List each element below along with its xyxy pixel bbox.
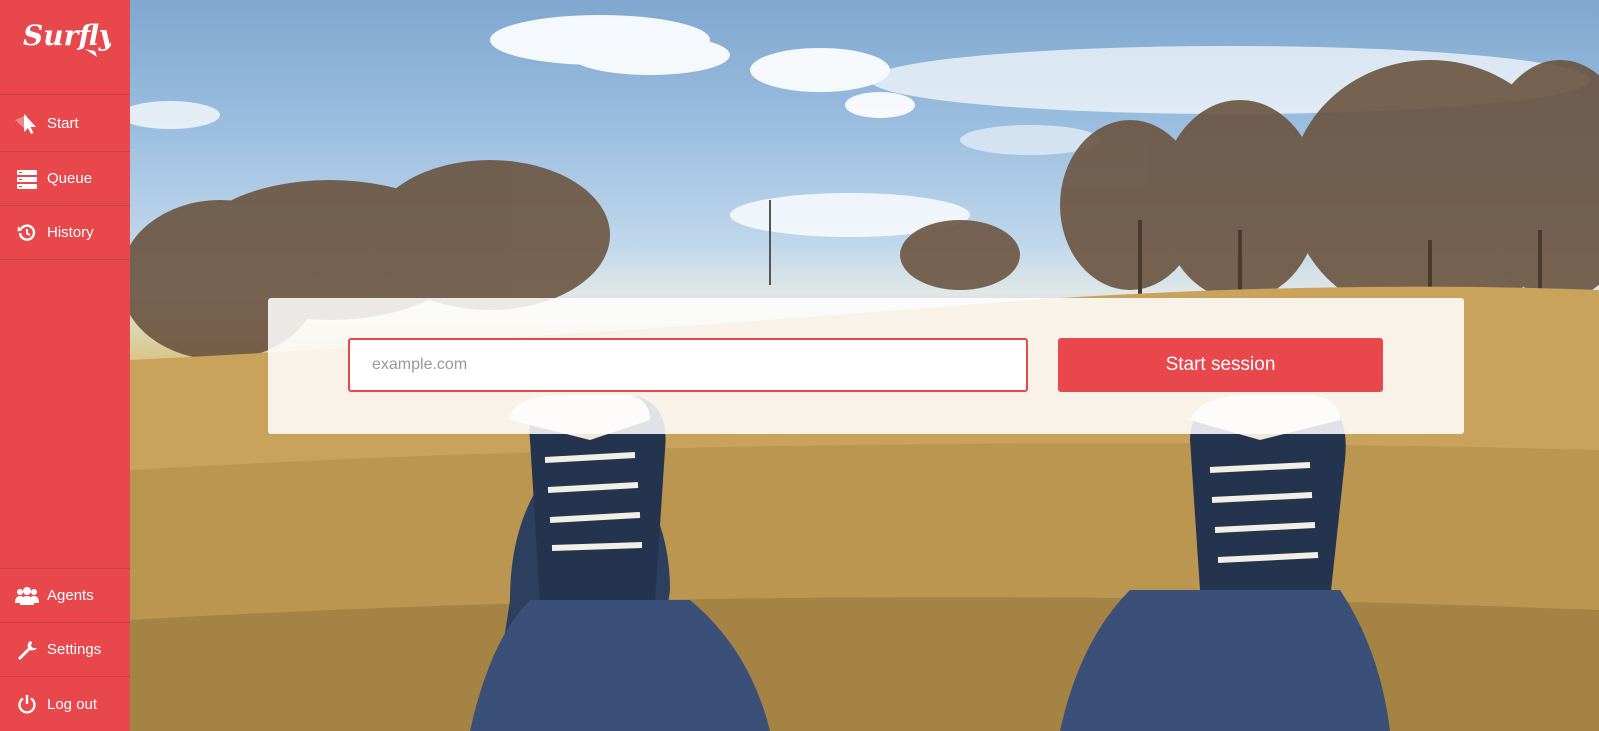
wrench-icon (15, 638, 39, 662)
surfly-logo-mark: Surfly (23, 19, 111, 57)
start-session-button[interactable]: Start session (1058, 338, 1383, 392)
queue-icon (15, 167, 39, 191)
surfly-logo[interactable]: Surfly (0, 0, 130, 95)
sidebar-item-label: Agents (47, 587, 94, 604)
sidebar-item-label: Settings (47, 641, 102, 658)
history-icon (15, 221, 39, 245)
sidebar-item-label: History (47, 224, 94, 241)
sidebar-item-settings[interactable]: Settings (0, 623, 130, 677)
power-icon (15, 692, 39, 716)
start-session-panel: Start session (268, 298, 1464, 434)
sidebar-item-label: Queue (47, 170, 93, 187)
sidebar-item-logout[interactable]: Log out (0, 677, 130, 731)
logo-text: Surfly (23, 19, 111, 52)
sidebar-item-label: Start (47, 114, 79, 132)
sidebar-item-agents[interactable]: Agents (0, 569, 130, 623)
sidebar-item-queue[interactable]: Queue (0, 152, 130, 206)
cursor-icon (15, 111, 39, 135)
app-root: Surfly Start Queue History Agents Settin… (0, 0, 1599, 731)
sidebar-item-label: Log out (47, 695, 98, 713)
sidebar-item-history[interactable]: History (0, 206, 130, 260)
agents-icon (15, 584, 39, 608)
url-input[interactable] (348, 338, 1028, 392)
sidebar: Surfly Start Queue History Agents Settin… (0, 0, 130, 731)
sidebar-nav-bottom: Agents Settings Log out (0, 568, 130, 731)
sidebar-item-start[interactable]: Start (0, 95, 130, 152)
sidebar-nav-top: Start Queue History (0, 95, 130, 260)
